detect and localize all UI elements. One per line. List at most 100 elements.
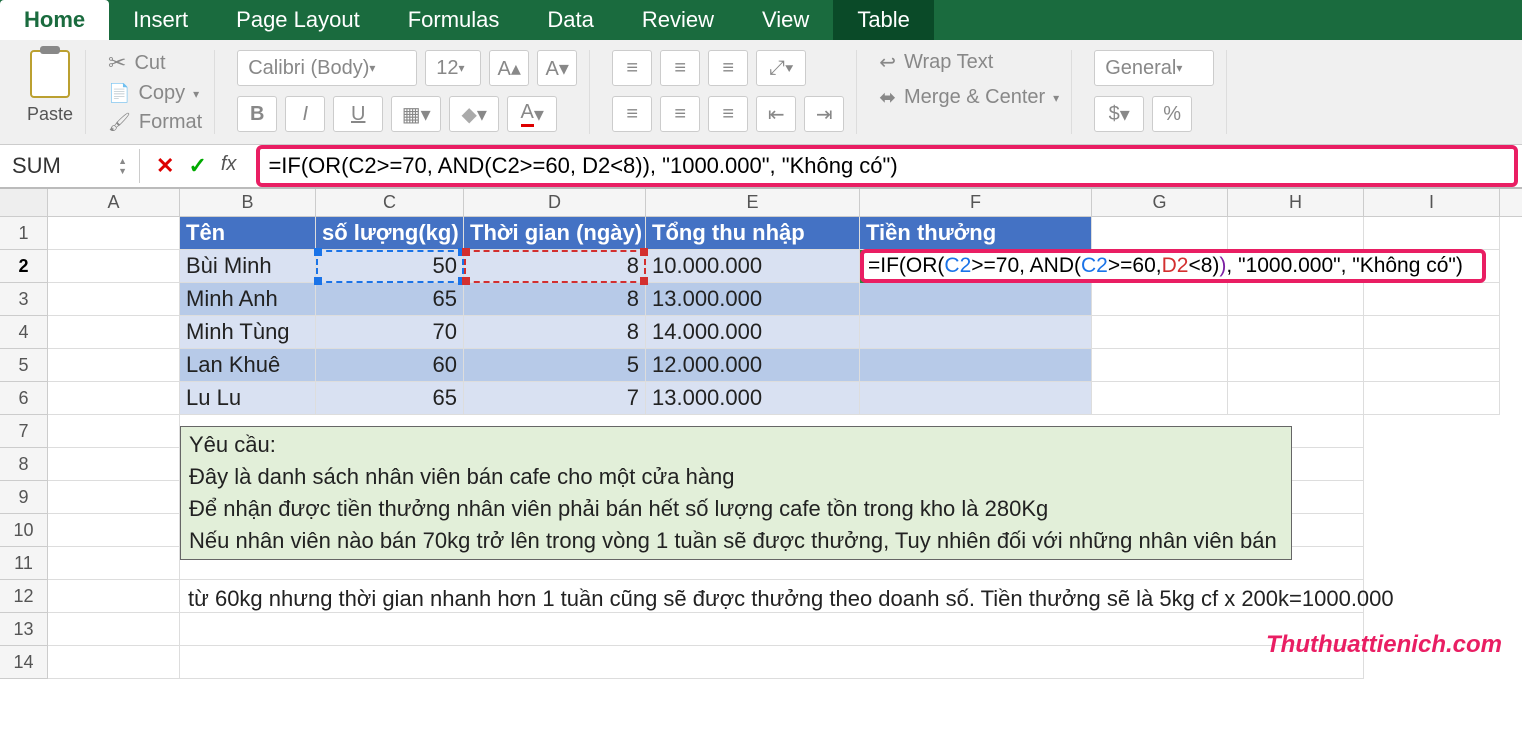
cell-a3[interactable] [48,283,180,316]
fx-icon[interactable]: fx [221,153,237,179]
cell-a1[interactable] [48,217,180,250]
increase-indent-button[interactable]: ⇥ [804,96,844,132]
cell-h6[interactable] [1228,382,1364,415]
cell-f4[interactable] [860,316,1092,349]
cell-c6[interactable]: 65 [316,382,464,415]
row-header-10[interactable]: 10 [0,514,48,547]
tab-review[interactable]: Review [618,0,738,40]
cell-b1[interactable]: Tên [180,217,316,250]
tab-page-layout[interactable]: Page Layout [212,0,384,40]
col-header-b[interactable]: B [180,189,316,216]
wrap-text-button[interactable]: Wrap Text [879,50,1059,75]
tab-home[interactable]: Home [0,0,109,40]
cell-e4[interactable]: 14.000.000 [646,316,860,349]
cell-b2[interactable]: Bùi Minh [180,250,316,283]
cell-e6[interactable]: 13.000.000 [646,382,860,415]
cell-g6[interactable] [1092,382,1228,415]
decrease-font-button[interactable]: A▾ [537,50,577,86]
align-center-button[interactable]: ≡ [660,96,700,132]
cell-a4[interactable] [48,316,180,349]
cell-c5[interactable]: 60 [316,349,464,382]
fill-color-button[interactable]: ◆▾ [449,96,499,132]
cell-d3[interactable]: 8 [464,283,646,316]
cell-f1[interactable]: Tiền thưởng [860,217,1092,250]
cell-a12[interactable] [48,580,180,613]
bold-button[interactable]: B [237,96,277,132]
cell-b6[interactable]: Lu Lu [180,382,316,415]
cell-g3[interactable] [1092,283,1228,316]
cell-e1[interactable]: Tổng thu nhập [646,217,860,250]
confirm-formula-button[interactable]: ✓ [188,153,206,179]
cell-i6[interactable] [1364,382,1500,415]
row-header-7[interactable]: 7 [0,415,48,448]
align-middle-button[interactable]: ≡ [660,50,700,86]
cell-a6[interactable] [48,382,180,415]
cell-b5[interactable]: Lan Khuê [180,349,316,382]
cell-h1[interactable] [1228,217,1364,250]
row-header-2[interactable]: 2 [0,250,48,283]
cell-c4[interactable]: 70 [316,316,464,349]
cell-f6[interactable] [860,382,1092,415]
row-header-4[interactable]: 4 [0,316,48,349]
col-header-i[interactable]: I [1364,189,1500,216]
cell-c1[interactable]: số lượng(kg) [316,217,464,250]
merge-center-button[interactable]: Merge & Center ▾ [879,85,1059,110]
row-header-3[interactable]: 3 [0,283,48,316]
row-header-8[interactable]: 8 [0,448,48,481]
cell-h5[interactable] [1228,349,1364,382]
cell-a13[interactable] [48,613,180,646]
cell-d6[interactable]: 7 [464,382,646,415]
cell-a2[interactable] [48,250,180,283]
name-box[interactable]: SUM ▲▼ [0,149,140,183]
row-header-1[interactable]: 1 [0,217,48,250]
row-header-11[interactable]: 11 [0,547,48,580]
col-header-h[interactable]: H [1228,189,1364,216]
cell-e3[interactable]: 13.000.000 [646,283,860,316]
cell-a9[interactable] [48,481,180,514]
row-header-12[interactable]: 12 [0,580,48,613]
cell-i1[interactable] [1364,217,1500,250]
increase-font-button[interactable]: A▴ [489,50,529,86]
col-header-e[interactable]: E [646,189,860,216]
number-format-select[interactable]: General [1094,50,1214,86]
cancel-formula-button[interactable]: ✕ [156,153,174,179]
orientation-button[interactable]: ⤢▾ [756,50,806,86]
tab-insert[interactable]: Insert [109,0,212,40]
font-name-select[interactable]: Calibri (Body) [237,50,417,86]
cell-c3[interactable]: 65 [316,283,464,316]
cell-g5[interactable] [1092,349,1228,382]
cell-d2[interactable]: 8 [464,250,646,283]
cell-f2-editor[interactable]: =IF(OR(C2>=70, AND(C2>=60, D2<8)), "1000… [860,249,1486,283]
row-header-14[interactable]: 14 [0,646,48,679]
cell-a7[interactable] [48,415,180,448]
tab-formulas[interactable]: Formulas [384,0,524,40]
cell-b3[interactable]: Minh Anh [180,283,316,316]
tab-data[interactable]: Data [523,0,617,40]
align-right-button[interactable]: ≡ [708,96,748,132]
italic-button[interactable]: I [285,96,325,132]
cell-a10[interactable] [48,514,180,547]
cell-b4[interactable]: Minh Tùng [180,316,316,349]
cell-f5[interactable] [860,349,1092,382]
paste-icon[interactable] [30,50,70,98]
format-painter-button[interactable]: Format [108,111,202,134]
font-size-select[interactable]: 12 [425,50,481,86]
cell-f3[interactable] [860,283,1092,316]
cell-g4[interactable] [1092,316,1228,349]
select-all-corner[interactable] [0,189,48,216]
col-header-d[interactable]: D [464,189,646,216]
border-button[interactable]: ▦▾ [391,96,441,132]
cell-h4[interactable] [1228,316,1364,349]
col-header-a[interactable]: A [48,189,180,216]
tab-table[interactable]: Table [833,0,934,40]
formula-input[interactable]: =IF(OR(C2>=70, AND(C2>=60, D2<8)), "1000… [256,145,1518,187]
cell-h3[interactable] [1228,283,1364,316]
row-header-6[interactable]: 6 [0,382,48,415]
cell-a14[interactable] [48,646,180,679]
font-color-button[interactable]: A▾ [507,96,557,132]
row-header-5[interactable]: 5 [0,349,48,382]
cell-e5[interactable]: 12.000.000 [646,349,860,382]
cell-d5[interactable]: 5 [464,349,646,382]
col-header-g[interactable]: G [1092,189,1228,216]
cell-a5[interactable] [48,349,180,382]
